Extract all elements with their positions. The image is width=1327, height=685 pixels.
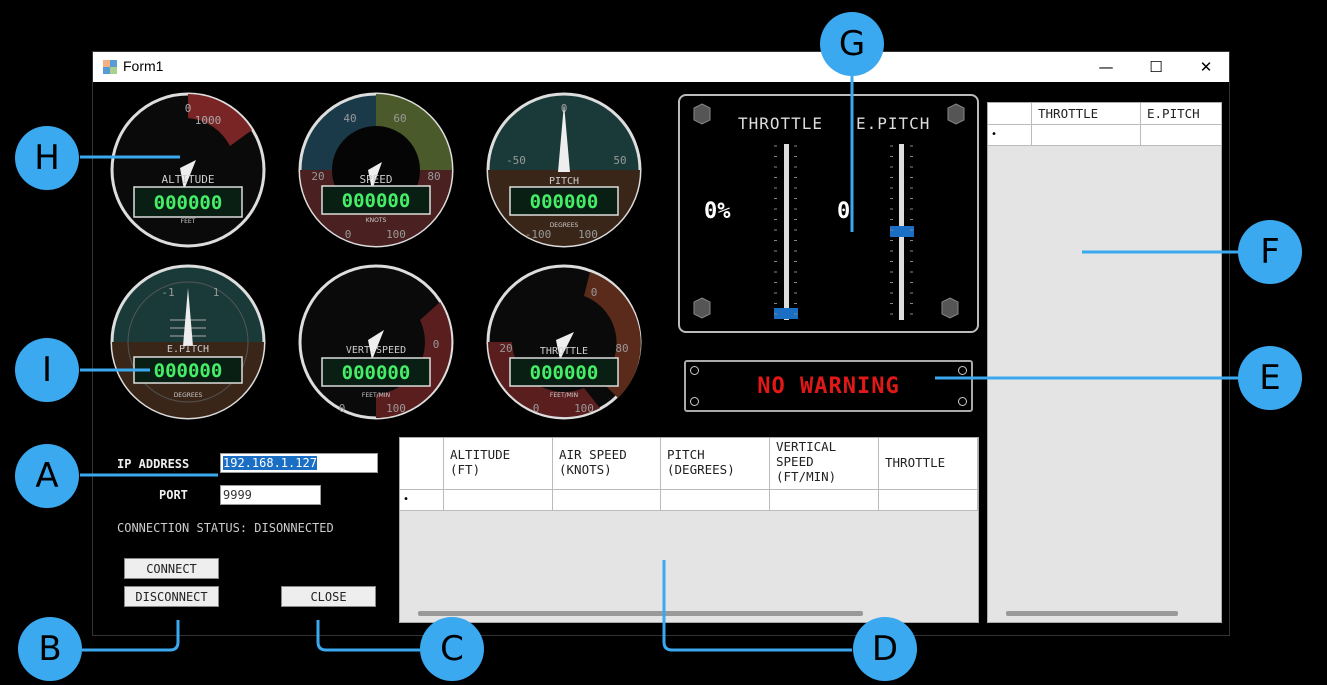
callout-d: D: [853, 617, 917, 681]
callout-a: A: [15, 444, 79, 508]
callout-c: C: [420, 617, 484, 681]
callout-f: F: [1238, 220, 1302, 284]
callout-g: G: [820, 12, 884, 76]
callout-e: E: [1238, 346, 1302, 410]
callout-b: B: [18, 617, 82, 681]
callout-i: I: [15, 338, 79, 402]
callout-h: H: [15, 126, 79, 190]
callout-lines: [80, 76, 1238, 652]
